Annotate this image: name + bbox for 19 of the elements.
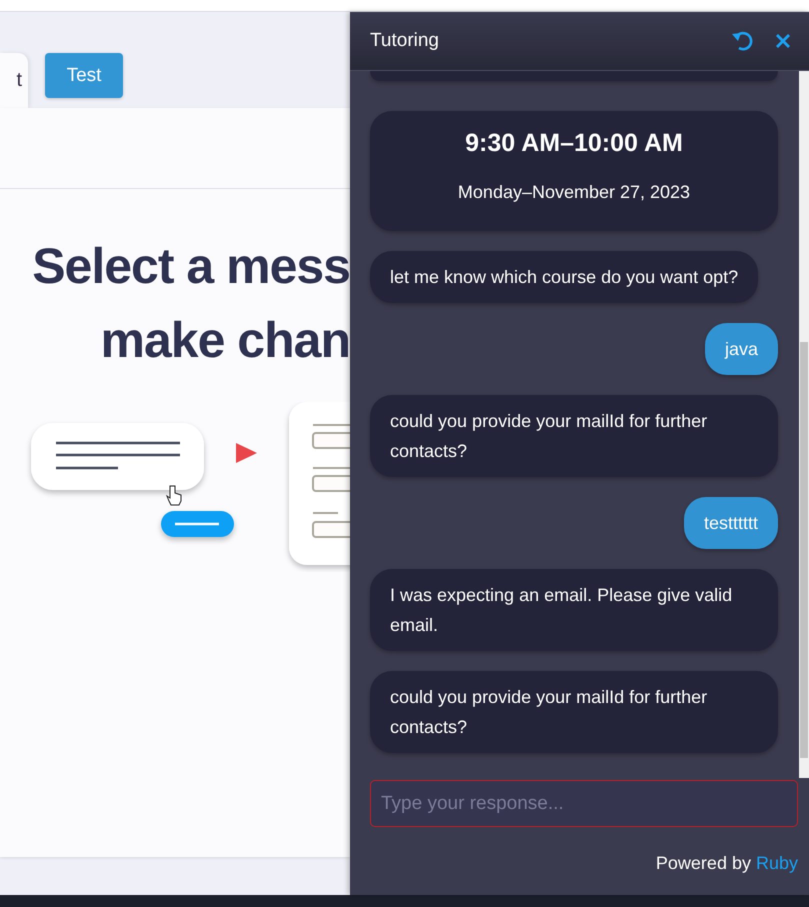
user-message: java [704,323,778,375]
time-range: 9:30 AM–10:00 AM [465,129,683,158]
user-message: testttttt [684,497,778,549]
bot-message: let me know which course do you want opt? [370,251,758,303]
response-field[interactable]: Type your response... [370,780,798,827]
scrollbar[interactable] [799,71,809,778]
brand-link[interactable]: Ruby [756,853,798,874]
test-button[interactable]: Test [45,53,123,98]
close-icon[interactable] [775,33,791,49]
date-text: Monday–November 27, 2023 [458,182,690,203]
bot-message: could you provide your mailId for further contacts? [370,671,778,753]
heading-line: Select a mess [32,237,350,296]
powered-by-text: Powered by [656,853,751,874]
panel-title: Tutoring [370,30,440,52]
bot-message: could you provide your mailId for further contacts? [370,395,778,477]
refresh-icon[interactable] [731,30,753,52]
tab[interactable]: t [0,53,28,108]
heading-line: make chan [100,311,350,370]
bot-message: I was expecting an email. Please give valid email. [370,569,778,651]
